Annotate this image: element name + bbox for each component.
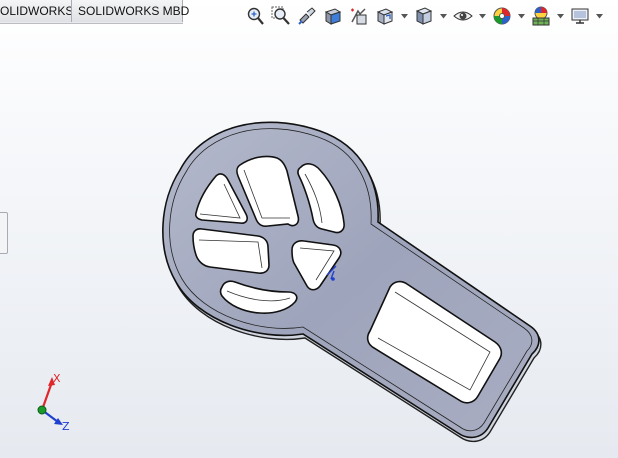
- part-top-face: [162, 121, 540, 439]
- triad-z-label: Z: [62, 420, 70, 433]
- part-model[interactable]: [0, 0, 618, 458]
- graphics-area[interactable]: OLIDWORKS SOLIDWORKS MBD X Z: [0, 0, 618, 458]
- triad-x-label: X: [53, 372, 61, 385]
